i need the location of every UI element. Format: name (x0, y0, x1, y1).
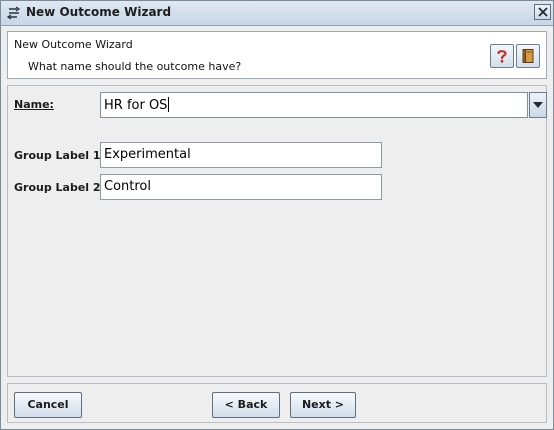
book-button[interactable] (516, 44, 540, 68)
text-caret (168, 97, 170, 112)
name-value: HR for OS (104, 98, 168, 113)
book-icon (522, 49, 534, 63)
title-bar[interactable]: New Outcome Wizard (1, 1, 553, 26)
group-label-1-input[interactable]: Experimental (100, 142, 382, 168)
window-title: New Outcome Wizard (26, 5, 172, 19)
button-bar: Cancel < Back Next > (7, 383, 547, 423)
group-label-1-label: Group Label 1: (14, 149, 105, 162)
wizard-window: New Outcome Wizard New Outcome Wizard Wh… (0, 0, 554, 430)
cancel-button[interactable]: Cancel (14, 392, 82, 418)
next-button[interactable]: Next > (290, 392, 356, 418)
close-icon (538, 7, 548, 17)
name-dropdown-button[interactable] (529, 92, 547, 118)
group-label-2-label: Group Label 2: (14, 181, 105, 194)
help-icon (497, 50, 507, 63)
header-subtitle: What name should the outcome have? (28, 60, 242, 73)
name-input[interactable]: HR for OS (100, 92, 528, 118)
wizard-header: New Outcome Wizard What name should the … (7, 31, 547, 79)
form-panel: Name: HR for OS Group Label 1: Experimen… (7, 85, 547, 377)
close-button[interactable] (534, 4, 551, 20)
chevron-down-icon (533, 102, 543, 108)
group-label-2-input[interactable]: Control (100, 174, 382, 200)
help-button[interactable] (490, 44, 514, 68)
name-label: Name: (14, 98, 54, 111)
back-button[interactable]: < Back (212, 392, 280, 418)
wizard-icon (6, 6, 21, 20)
header-title: New Outcome Wizard (14, 38, 133, 51)
